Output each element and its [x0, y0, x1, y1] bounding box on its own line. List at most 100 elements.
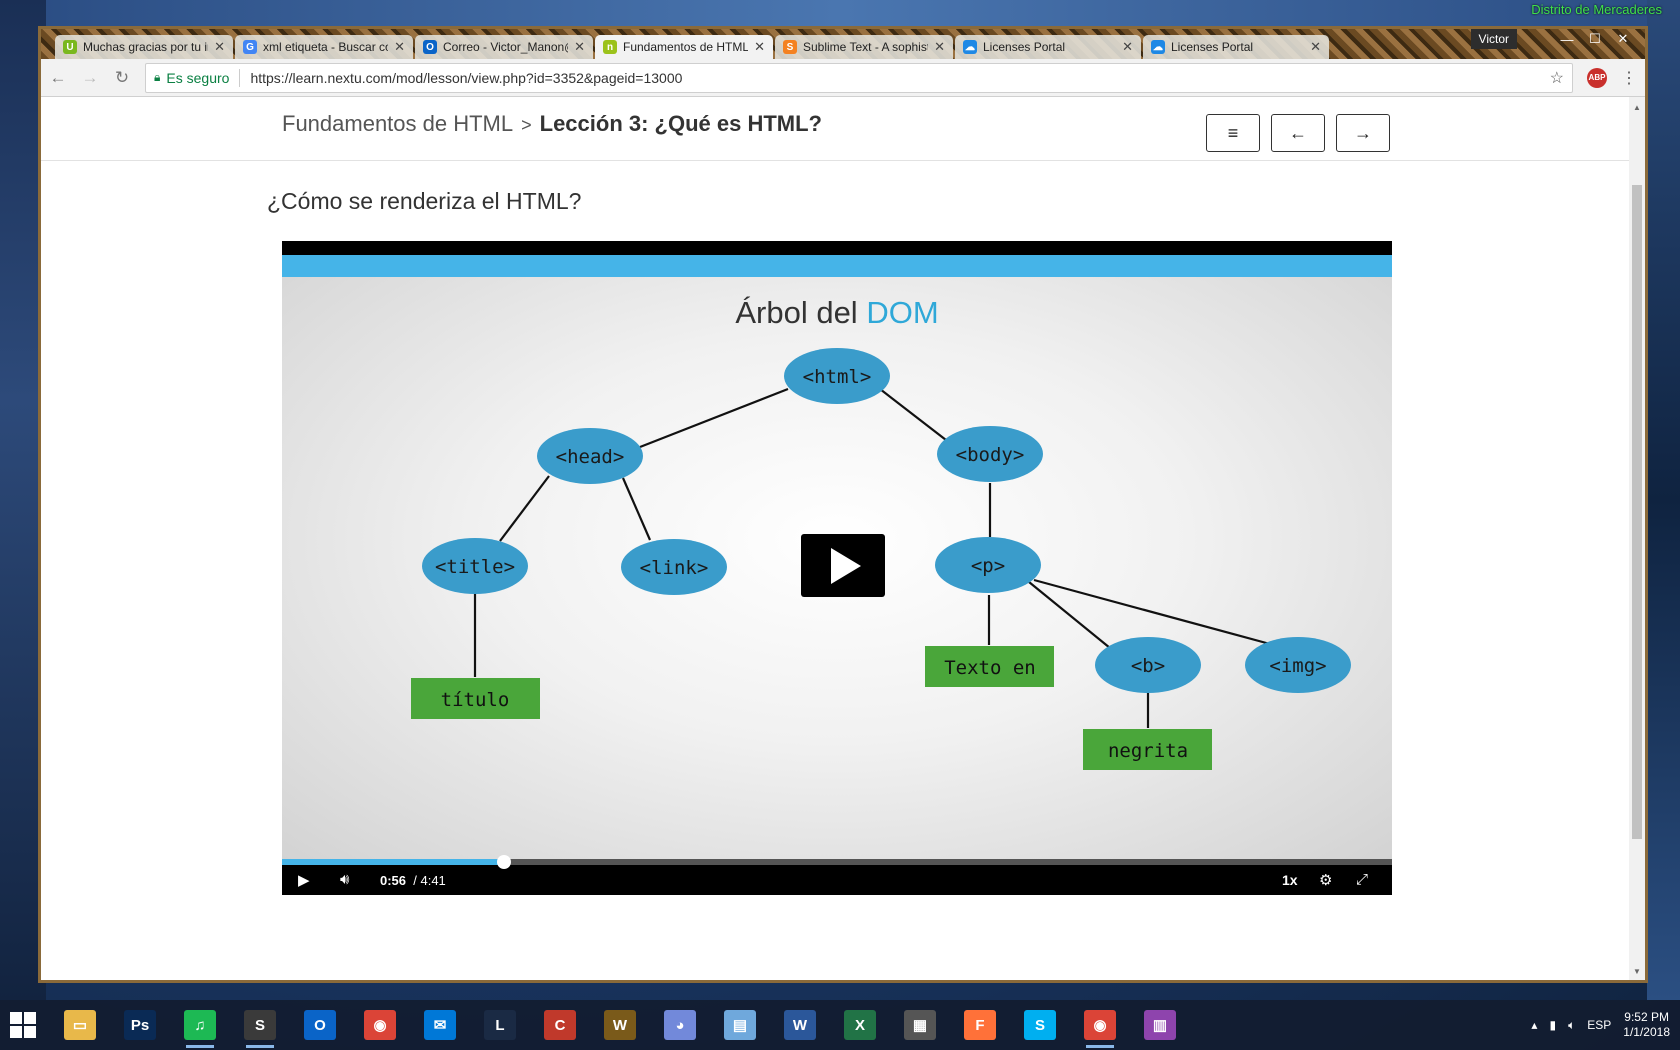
- address-separator: [239, 68, 241, 87]
- taskbar-mail-icon[interactable]: ✉: [424, 1010, 456, 1040]
- taskbar-file-explorer-icon[interactable]: ▭: [64, 1010, 96, 1040]
- address-bar[interactable]: 🔒︎ Es seguro https://learn.nextu.com/mod…: [145, 62, 1573, 93]
- edge-p-b: [1028, 581, 1111, 649]
- tab-correo[interactable]: O Correo - Victor_Manon@ ✕: [415, 35, 593, 59]
- profile-user-button[interactable]: Victor: [1470, 29, 1517, 49]
- tree-leaves: título Texto en negrita: [411, 646, 1212, 770]
- tab-favicon: n: [603, 40, 617, 54]
- secure-label: Es seguro: [166, 69, 230, 86]
- taskbar-photoshop-icon[interactable]: Ps: [124, 1010, 156, 1040]
- taskbar-ccleaner-icon[interactable]: C: [544, 1010, 576, 1040]
- close-icon[interactable]: ✕: [394, 39, 405, 55]
- node-b-label: <b>: [1131, 655, 1165, 677]
- tab-favicon: ☁: [963, 40, 977, 54]
- adblock-icon[interactable]: ABP: [1587, 67, 1607, 88]
- lock-icon: 🔒︎: [154, 70, 161, 84]
- taskbar-word-icon[interactable]: W: [784, 1010, 816, 1040]
- language-indicator[interactable]: ESP: [1587, 1018, 1611, 1032]
- playback-speed[interactable]: 1x: [1282, 872, 1298, 888]
- page-scrollbar[interactable]: ▲ ▼: [1629, 97, 1645, 980]
- scroll-thumb[interactable]: [1632, 185, 1642, 839]
- taskbar-chrome-icon[interactable]: ◉: [364, 1010, 396, 1040]
- taskbar-spotify-icon[interactable]: ♫: [184, 1010, 216, 1048]
- scroll-down-icon[interactable]: ▼: [1633, 967, 1641, 976]
- taskbar-wow-icon[interactable]: W: [604, 1010, 636, 1040]
- taskbar-notepad-icon[interactable]: ▤: [724, 1010, 756, 1040]
- breadcrumb: Fundamentos de HTML > Lección 3: ¿Qué es…: [282, 111, 822, 137]
- close-window-icon[interactable]: ✕: [1609, 29, 1637, 49]
- node-img-label: <img>: [1269, 655, 1326, 677]
- taskbar-skype-icon[interactable]: S: [1024, 1010, 1056, 1040]
- windows-taskbar: ▭ Ps ♫ S O ◉ ✉ L C W ◕ ▤ W X ▦ F S ◉ ▥ ▴ ▮ 🔈︎ ESP 9:52 PM …: [0, 1000, 1680, 1050]
- taskbar-chrome-2-icon[interactable]: ◉: [1084, 1010, 1116, 1048]
- leaf-negrita-label: negrita: [1108, 740, 1188, 762]
- big-play-button[interactable]: [801, 534, 885, 597]
- fullscreen-icon[interactable]: ⤢: [1356, 871, 1368, 888]
- taskbar-sublime-icon[interactable]: S: [244, 1010, 276, 1048]
- browser-toolbar: ← → ↻ 🔒︎ Es seguro https://learn.nextu.c…: [41, 59, 1645, 97]
- bookmark-star-icon[interactable]: ☆: [1550, 68, 1564, 88]
- url-text[interactable]: https://learn.nextu.com/mod/lesson/view.…: [250, 70, 1543, 86]
- current-time: 0:56: [380, 873, 407, 888]
- close-icon[interactable]: ✕: [934, 39, 945, 55]
- duration: / 4:41: [413, 873, 446, 888]
- video-player[interactable]: Árbol del DOM <html> <head> <body> <titl…: [282, 241, 1392, 895]
- tab-title: Correo - Victor_Manon@: [443, 40, 569, 54]
- page-content: Fundamentos de HTML > Lección 3: ¿Qué es…: [41, 97, 1629, 980]
- node-link-label: <link>: [640, 557, 709, 579]
- lesson-menu-button[interactable]: ≡: [1206, 114, 1260, 152]
- window-controls: — ☐ ✕: [1553, 29, 1637, 49]
- tab-fundamentos-html[interactable]: n Fundamentos de HTML ✕: [595, 35, 773, 59]
- clock[interactable]: 9:52 PM 1/1/2018: [1623, 1010, 1670, 1040]
- tab-xml-etiqueta[interactable]: G xml etiqueta - Buscar con ✕: [235, 35, 413, 59]
- back-icon[interactable]: ←: [49, 68, 67, 88]
- previous-page-button[interactable]: ←: [1271, 114, 1325, 152]
- close-icon[interactable]: ✕: [754, 39, 765, 55]
- video-accent-bar: [282, 255, 1392, 277]
- close-icon[interactable]: ✕: [574, 39, 585, 55]
- play-icon[interactable]: ▶: [298, 871, 310, 889]
- tab-muchas-gracias[interactable]: U Muchas gracias por tu in ✕: [55, 35, 233, 59]
- taskbar-league-icon[interactable]: L: [484, 1010, 516, 1040]
- close-icon[interactable]: ✕: [214, 39, 225, 55]
- edge-html-head: [639, 387, 789, 449]
- browser-window: U Muchas gracias por tu in ✕ G xml etiqu…: [38, 26, 1648, 983]
- play-icon: [831, 547, 861, 584]
- taskbar-calculator-icon[interactable]: ▦: [904, 1010, 936, 1040]
- taskbar-outlook-icon[interactable]: O: [304, 1010, 336, 1040]
- tab-favicon: G: [243, 40, 257, 54]
- maximize-icon[interactable]: ☐: [1581, 29, 1609, 49]
- next-page-button[interactable]: →: [1336, 114, 1390, 152]
- taskbar-excel-icon[interactable]: X: [844, 1010, 876, 1040]
- desktop-background-top: [0, 0, 1680, 28]
- minimize-icon[interactable]: —: [1553, 29, 1581, 49]
- tree-nodes: <html> <head> <body> <title> <link> <p> …: [422, 348, 1351, 693]
- network-icon[interactable]: ▮: [1549, 1018, 1556, 1032]
- tab-sublime-text[interactable]: S Sublime Text - A sophist ✕: [775, 35, 953, 59]
- lesson-header: Fundamentos de HTML > Lección 3: ¿Qué es…: [41, 97, 1629, 161]
- close-icon[interactable]: ✕: [1310, 39, 1321, 55]
- start-button[interactable]: [10, 1012, 38, 1040]
- tab-licenses-portal-2[interactable]: ☁ Licenses Portal ✕: [1143, 35, 1329, 59]
- settings-gear-icon[interactable]: ⚙: [1319, 871, 1332, 889]
- edge-head-title: [499, 475, 550, 542]
- tab-favicon: ☁: [1151, 40, 1165, 54]
- tray-expand-icon[interactable]: ▴: [1531, 1018, 1537, 1032]
- reload-icon[interactable]: ↻: [113, 68, 131, 88]
- close-icon[interactable]: ✕: [1122, 39, 1133, 55]
- node-title-label: <title>: [435, 556, 515, 578]
- tab-licenses-portal-1[interactable]: ☁ Licenses Portal ✕: [955, 35, 1141, 59]
- taskbar-discord-icon[interactable]: ◕: [664, 1010, 696, 1040]
- desktop-background-right: [1647, 0, 1680, 1000]
- clock-date: 1/1/2018: [1623, 1025, 1670, 1039]
- taskbar-firefox-dev-icon[interactable]: F: [964, 1010, 996, 1040]
- scroll-up-icon[interactable]: ▲: [1633, 103, 1641, 112]
- breadcrumb-course-link[interactable]: Fundamentos de HTML: [282, 111, 513, 137]
- menu-dots-icon[interactable]: ⋮: [1621, 68, 1637, 88]
- tab-favicon: O: [423, 40, 437, 54]
- volume-tray-icon[interactable]: 🔈︎: [1568, 1018, 1575, 1033]
- forward-icon[interactable]: →: [81, 68, 99, 88]
- node-p-label: <p>: [971, 555, 1005, 577]
- taskbar-winrar-icon[interactable]: ▥: [1144, 1010, 1176, 1040]
- volume-icon[interactable]: 🔊︎: [340, 871, 349, 888]
